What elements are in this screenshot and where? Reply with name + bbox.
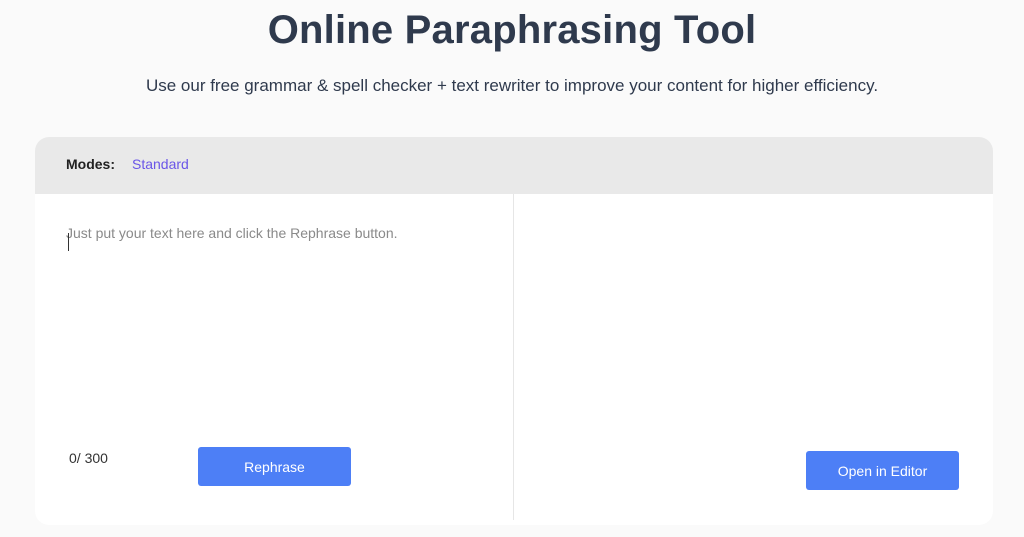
open-in-editor-button[interactable]: Open in Editor (806, 451, 959, 490)
modes-label: Modes: (66, 156, 115, 172)
character-counter: 0/ 300 (69, 450, 108, 466)
rephrase-button[interactable]: Rephrase (198, 447, 351, 486)
page-title: Online Paraphrasing Tool (267, 8, 757, 52)
modes-bar: Modes: Standard (35, 137, 993, 194)
page-subtitle: Use our free grammar & spell checker + t… (145, 76, 879, 95)
paraphrase-card: Modes: Standard 0/ 300 Rephrase Open in … (35, 137, 993, 525)
mode-tab-standard[interactable]: Standard (132, 156, 189, 172)
text-input[interactable] (66, 225, 486, 425)
paraphrasing-page: Online Paraphrasing Tool Use our free gr… (0, 0, 1024, 537)
text-cursor (68, 233, 69, 251)
